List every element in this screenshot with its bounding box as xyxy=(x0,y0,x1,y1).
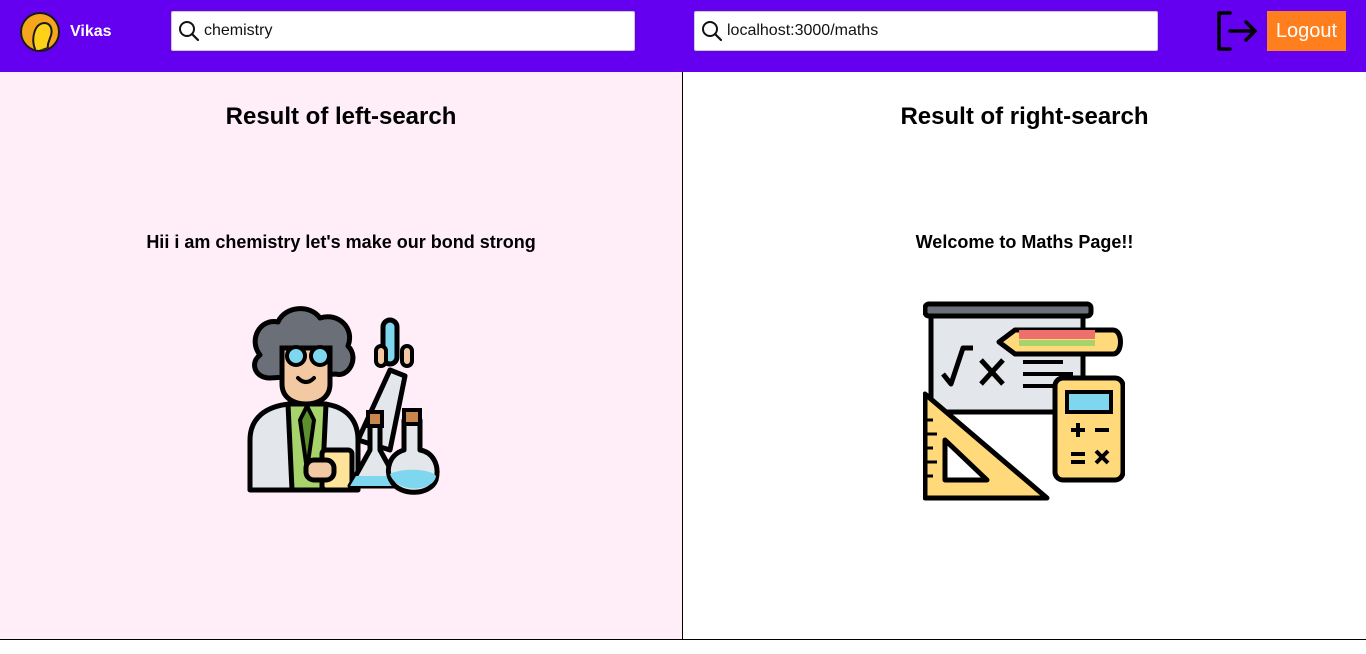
left-result-pane: Result of left-search Hii i am chemistry… xyxy=(0,72,683,640)
logout-icon[interactable] xyxy=(1214,9,1260,53)
left-pane-title: Result of left-search xyxy=(225,103,457,130)
logout-button[interactable]: Logout xyxy=(1267,11,1346,51)
search-icon xyxy=(179,21,200,42)
search-icon xyxy=(702,21,723,42)
left-search-box[interactable] xyxy=(171,11,635,51)
right-pane-title: Result of right-search xyxy=(900,103,1149,130)
maths-board-icon xyxy=(923,301,1125,501)
right-search-box[interactable] xyxy=(694,11,1158,51)
right-pane-message: Welcome to Maths Page!! xyxy=(915,232,1134,252)
right-search-input[interactable] xyxy=(727,22,1127,40)
top-navbar: Vikas Logout xyxy=(0,0,1366,72)
user-brand: Vikas xyxy=(20,12,112,52)
left-search-input[interactable] xyxy=(204,22,604,40)
right-result-pane: Result of right-search Welcome to Maths … xyxy=(683,72,1366,640)
chemist-icon xyxy=(247,306,440,495)
left-pane-message: Hii i am chemistry let's make our bond s… xyxy=(146,232,536,252)
user-name: Vikas xyxy=(70,23,112,40)
user-avatar-icon[interactable] xyxy=(20,12,60,52)
